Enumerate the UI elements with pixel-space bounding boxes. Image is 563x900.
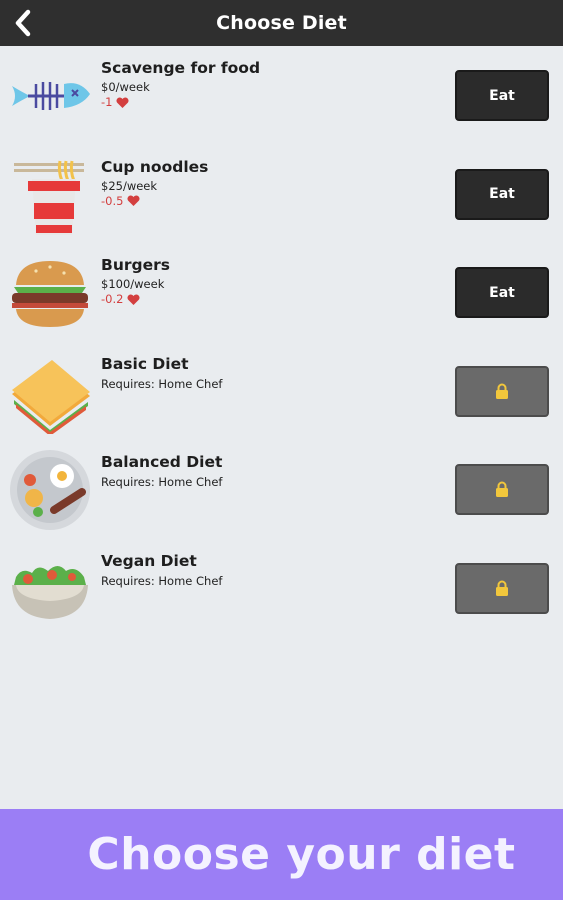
fish-bone-icon — [12, 82, 90, 110]
diet-name: Scavenge for food — [101, 59, 261, 77]
eat-button-label: Eat — [489, 284, 515, 301]
locked-button[interactable] — [455, 562, 549, 614]
sandwich-icon — [12, 359, 90, 434]
diet-row-vegan: Vegan Diet Requires: Home Chef — [0, 539, 563, 638]
diet-name: Burgers — [101, 256, 170, 274]
balanced-plate-icon — [10, 450, 90, 530]
salad-bowl-icon — [12, 565, 88, 619]
diet-price: $25/week — [101, 178, 158, 193]
lock-icon — [496, 580, 508, 596]
diet-requirement: Requires: Home Chef — [101, 475, 223, 489]
diet-name: Balanced Diet — [101, 453, 223, 471]
promo-banner: Choose your diet — [0, 809, 563, 900]
diet-requirement: Requires: Home Chef — [101, 376, 223, 391]
diet-price: $0/week — [101, 80, 150, 94]
locked-button[interactable] — [455, 365, 549, 417]
page-title: Choose Diet — [216, 12, 347, 34]
cup-noodles-icon — [14, 160, 84, 235]
eat-button-label: Eat — [489, 87, 515, 104]
diet-name: Vegan Diet — [101, 551, 197, 570]
diet-row-cup-noodles: Cup noodles $25/week -0.5 Eat — [0, 145, 563, 244]
health-value: -1 — [101, 95, 113, 109]
health-value: -0.2 — [101, 292, 124, 306]
health-value: -0.5 — [101, 193, 124, 208]
banner-text: Choose your diet — [87, 829, 516, 880]
chevron-left-icon — [15, 9, 31, 37]
eat-button[interactable]: Eat — [455, 267, 549, 318]
diet-health: -0.5 — [101, 194, 431, 209]
lock-icon — [496, 383, 508, 399]
burger-icon — [12, 261, 88, 327]
eat-button[interactable]: Eat — [455, 70, 549, 121]
diet-health: -0.2 — [101, 292, 431, 307]
diet-price: $100/week — [101, 277, 165, 291]
lock-icon — [496, 481, 508, 497]
heart-icon — [127, 293, 140, 305]
diet-name: Cup noodles — [101, 157, 209, 176]
eat-button-label: Eat — [489, 186, 515, 202]
diet-row-burgers: Burgers $100/week -0.2 Eat — [0, 243, 563, 342]
back-button[interactable] — [6, 4, 40, 42]
diet-row-balanced: Balanced Diet Requires: Home Chef — [0, 440, 563, 539]
eat-button[interactable]: Eat — [455, 168, 549, 220]
locked-button[interactable] — [455, 464, 549, 515]
diet-row-scavenge: Scavenge for food $0/week -1 Eat — [0, 46, 563, 145]
top-bar: Choose Diet — [0, 0, 563, 46]
diet-name: Basic Diet — [101, 354, 189, 373]
heart-icon — [116, 96, 129, 108]
diet-list: Scavenge for food $0/week -1 Eat Cup noo… — [0, 46, 563, 637]
diet-row-basic: Basic Diet Requires: Home Chef — [0, 342, 563, 441]
heart-icon — [127, 195, 140, 206]
diet-health: -1 — [101, 95, 431, 110]
diet-requirement: Requires: Home Chef — [101, 573, 223, 588]
